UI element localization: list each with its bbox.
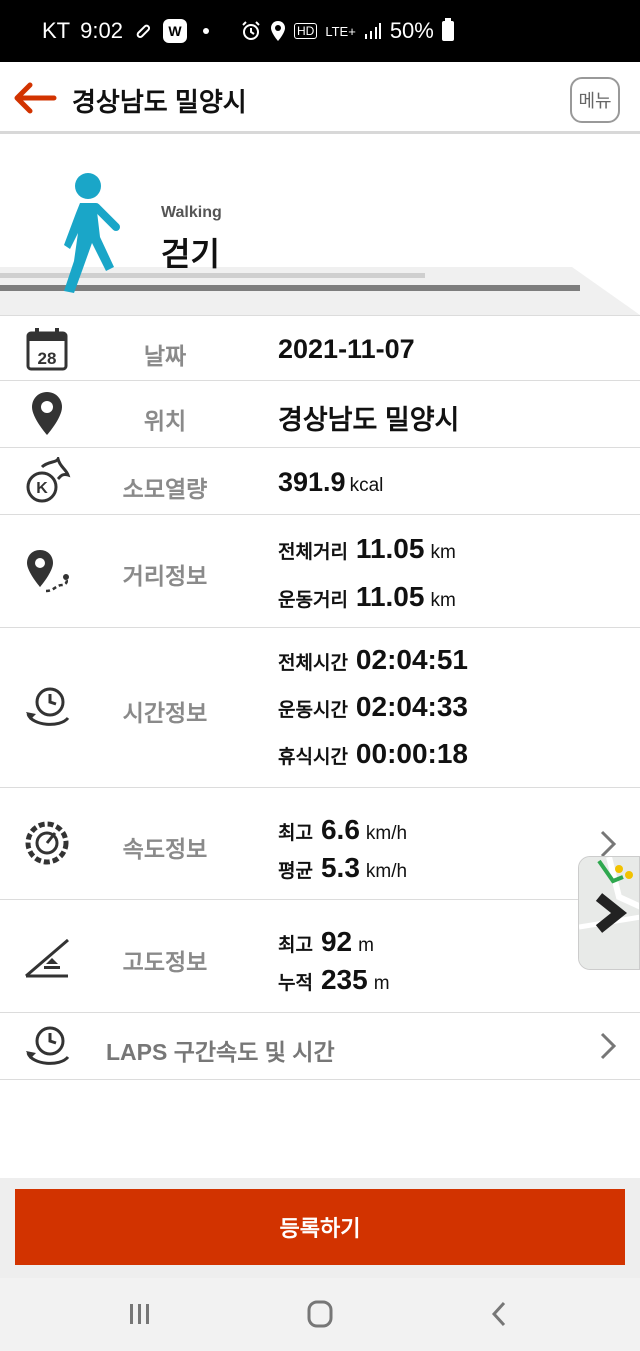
notification-dot-icon xyxy=(202,28,209,34)
walking-person-icon xyxy=(64,173,120,293)
home-icon[interactable] xyxy=(300,1298,340,1330)
rest-time-key: 휴식시간 xyxy=(278,747,348,768)
clock-text: 9:02 xyxy=(80,18,123,43)
activity-hero: Walking 걷기 xyxy=(0,137,640,315)
svg-text:K: K xyxy=(36,480,48,497)
location-status-icon xyxy=(271,21,285,41)
avg-speed-key: 평균 xyxy=(278,861,313,882)
altitude-label: 고도정보 xyxy=(122,949,208,975)
location-row: 위치 경상남도 밀양시 xyxy=(0,381,640,448)
calories-unit: kcal xyxy=(349,475,384,496)
total-distance-line: 전체거리 11.05 km xyxy=(278,533,456,565)
exercise-distance-value: 11.05 xyxy=(355,581,425,612)
location-label: 위치 xyxy=(143,408,187,434)
exercise-distance-key: 운동거리 xyxy=(278,590,348,611)
speed-label: 속도정보 xyxy=(122,836,208,862)
calories-value-group: 391.9 kcal xyxy=(278,467,383,498)
battery-icon xyxy=(441,18,454,41)
avg-speed-line: 평균 5.3 km/h xyxy=(278,852,407,884)
altitude-row[interactable]: 고도정보 최고 92 m 누적 235 m xyxy=(0,900,640,1013)
total-time-key: 전체시간 xyxy=(278,653,348,674)
network-type-text: LTE+ xyxy=(325,23,356,39)
laps-label: LAPS 구간속도 및 시간 xyxy=(106,1039,335,1065)
recent-apps-icon[interactable] xyxy=(120,1298,160,1330)
exercise-time-line: 운동시간 02:04:33 xyxy=(278,691,468,723)
back-nav-icon[interactable] xyxy=(480,1298,520,1330)
calendar-icon: 28 xyxy=(26,328,68,371)
avg-speed-value: 5.3 xyxy=(320,852,360,883)
location-pin-icon xyxy=(32,392,62,435)
max-speed-line: 최고 6.6 km/h xyxy=(278,814,407,846)
speedometer-icon xyxy=(25,821,69,865)
time-row: 시간정보 전체시간 02:04:51 운동시간 02:04:33 휴식시간 00… xyxy=(0,628,640,788)
total-distance-value: 11.05 xyxy=(355,533,425,564)
total-time-value: 02:04:51 xyxy=(355,644,469,675)
avg-speed-unit: km/h xyxy=(365,861,408,882)
time-icon xyxy=(26,687,70,726)
distance-icon xyxy=(27,550,69,593)
cumulative-altitude-key: 누적 xyxy=(278,973,313,994)
hd-voice-icon: HD xyxy=(294,23,318,39)
altitude-icon xyxy=(25,938,69,978)
exercise-time-key: 운동시간 xyxy=(278,700,348,721)
status-bar: KT 9:02 W HD LTE+ 50% xyxy=(0,0,640,62)
date-value: 2021-11-07 xyxy=(278,334,415,364)
calories-value: 391.9 xyxy=(278,467,346,497)
max-speed-value: 6.6 xyxy=(320,814,360,845)
app-header: 경상남도 밀양시 메뉴 xyxy=(0,62,640,134)
map-thumbnail-button[interactable] xyxy=(578,856,640,970)
distance-label: 거리정보 xyxy=(122,563,208,589)
laps-row[interactable]: LAPS 구간속도 및 시간 xyxy=(0,1013,640,1080)
back-arrow-icon[interactable] xyxy=(12,80,58,116)
battery-percent-text: 50% xyxy=(389,18,434,43)
activity-korean-label: 걷기 xyxy=(161,236,220,272)
total-time-line: 전체시간 02:04:51 xyxy=(278,644,468,676)
exercise-distance-line: 운동거리 11.05 km xyxy=(278,581,456,613)
chevron-right-icon[interactable] xyxy=(598,1030,618,1062)
time-label: 시간정보 xyxy=(122,700,208,726)
exercise-time-value: 02:04:33 xyxy=(355,691,469,722)
carrier-text: KT xyxy=(42,18,71,43)
laps-icon xyxy=(26,1026,70,1065)
cumulative-altitude-line: 누적 235 m xyxy=(278,964,390,996)
map-preview-image xyxy=(579,857,639,969)
link-icon xyxy=(136,24,150,39)
menu-button[interactable]: 메뉴 xyxy=(570,77,620,123)
calorie-icon: K xyxy=(26,457,71,503)
calendar-day-text: 28 xyxy=(38,349,57,368)
system-navigation-bar xyxy=(0,1278,640,1351)
max-altitude-key: 최고 xyxy=(278,935,313,956)
calories-label: 소모열량 xyxy=(122,476,208,502)
speed-row[interactable]: 속도정보 최고 6.6 km/h 평균 5.3 km/h xyxy=(0,788,640,900)
alarm-icon xyxy=(242,21,260,40)
location-value: 경상남도 밀양시 xyxy=(278,405,460,435)
total-distance-key: 전체거리 xyxy=(278,542,348,563)
calories-row: K 소모열량 391.9 kcal xyxy=(0,448,640,515)
distance-row: 거리정보 전체거리 11.05 km 운동거리 11.05 km xyxy=(0,515,640,628)
activity-english-label: Walking xyxy=(161,204,222,221)
max-altitude-value: 92 xyxy=(320,926,353,957)
max-altitude-unit: m xyxy=(358,935,374,956)
date-label: 날짜 xyxy=(143,343,187,369)
w-app-icon: W xyxy=(162,19,187,43)
signal-icon xyxy=(364,23,381,39)
exercise-distance-unit: km xyxy=(430,590,456,611)
rest-time-value: 00:00:18 xyxy=(355,738,469,769)
rest-time-line: 휴식시간 00:00:18 xyxy=(278,738,468,770)
max-speed-unit: km/h xyxy=(365,823,408,844)
cumulative-altitude-unit: m xyxy=(373,973,390,994)
date-row: 28 날짜 2021-11-07 xyxy=(0,315,640,381)
register-button[interactable]: 등록하기 xyxy=(15,1189,625,1265)
cumulative-altitude-value: 235 xyxy=(320,964,368,995)
total-distance-unit: km xyxy=(430,542,456,563)
max-speed-key: 최고 xyxy=(278,823,313,844)
max-altitude-line: 최고 92 m xyxy=(278,926,374,958)
page-title: 경상남도 밀양시 xyxy=(72,87,247,117)
